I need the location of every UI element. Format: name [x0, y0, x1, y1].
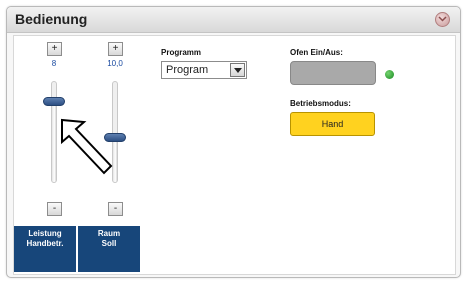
panel-title: Bedienung: [15, 11, 88, 27]
power-label-line1: Leistung: [28, 229, 62, 238]
power-plus-button[interactable]: +: [47, 42, 62, 56]
collapse-icon[interactable]: [435, 12, 450, 27]
power-minus-button[interactable]: -: [47, 202, 62, 216]
power-slider-label: Leistung Handbetr.: [14, 226, 76, 272]
room-minus-button[interactable]: -: [108, 202, 123, 216]
power-value: 8: [51, 59, 57, 68]
panel-content: + 8 - Leistung Handbetr. + 10,0 - Raum S…: [13, 35, 456, 275]
oven-toggle-button[interactable]: [290, 61, 376, 85]
room-plus-button[interactable]: +: [108, 42, 123, 56]
power-slider-track[interactable]: [51, 81, 57, 183]
mode-label: Betriebsmodus:: [290, 99, 351, 108]
room-value: 10,0: [107, 59, 123, 68]
room-label-line2: Soll: [101, 239, 117, 248]
oven-label: Ofen Ein/Aus:: [290, 48, 343, 57]
program-label: Programm: [161, 48, 202, 57]
mouse-pointer-icon: [61, 118, 113, 175]
program-selected-value: Program: [166, 64, 209, 76]
room-slider-label: Raum Soll: [78, 226, 140, 272]
power-slider-handle[interactable]: [43, 97, 65, 107]
power-slider-fill: [52, 102, 56, 182]
panel-titlebar: Bedienung: [7, 7, 460, 33]
room-label-line1: Raum: [97, 229, 121, 238]
dropdown-arrow-icon[interactable]: [230, 63, 245, 77]
bedienung-panel: Bedienung + 8 - Leistung Handbetr. + 10,…: [6, 6, 461, 278]
program-select[interactable]: Program: [161, 61, 247, 79]
status-led-icon: [385, 70, 394, 79]
power-label-line2: Handbetr.: [26, 239, 64, 248]
mode-button[interactable]: Hand: [290, 112, 375, 136]
